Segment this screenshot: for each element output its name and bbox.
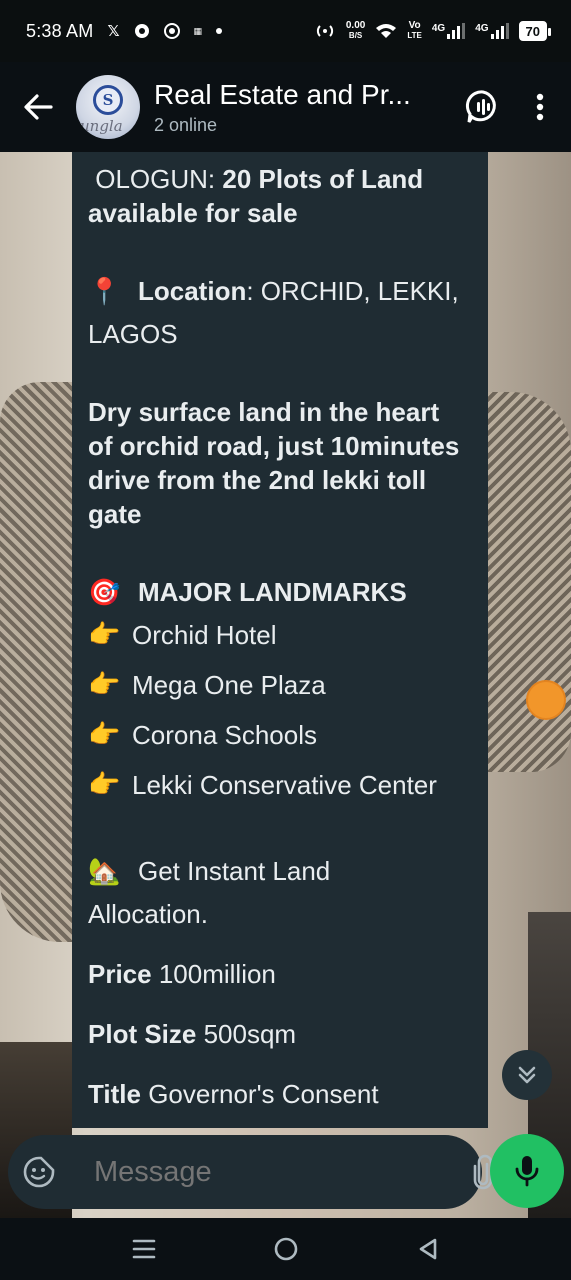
target-icon: 🎯 [88, 578, 121, 608]
chat-online-count: 2 online [154, 114, 218, 135]
avatar-text: ungla [80, 117, 123, 135]
landmark-item: 👉 Corona Schools [88, 710, 476, 760]
location-line-2: LAGOS [88, 319, 178, 349]
sim1-tech: 4G [431, 23, 446, 34]
floating-bubble[interactable] [526, 680, 566, 720]
message-intro: OLOGUN: [88, 164, 223, 194]
location-label: Location [138, 276, 247, 306]
recents-button[interactable] [73, 1218, 215, 1280]
landmark-label: Lekki Conservative Center [132, 770, 437, 800]
avatar-logo: S [93, 85, 123, 115]
pointing-hand-icon: 👉 [88, 720, 121, 750]
more-options-button[interactable] [515, 62, 565, 152]
more-vertical-icon [536, 93, 544, 121]
landmark-item: 👉 Orchid Hotel [88, 610, 476, 660]
location-value: : ORCHID, LEKKI, [246, 276, 459, 306]
volte-top: Vo [408, 20, 421, 31]
chevrons-down-icon [518, 1066, 536, 1084]
description-line: gate [88, 499, 142, 529]
price-label: Price [88, 959, 152, 989]
net-speed-unit: B/S [348, 31, 363, 40]
hotspot-icon [316, 25, 333, 37]
sim2-signal: 4G [475, 23, 509, 39]
allocation-line-2: Allocation. [88, 899, 208, 929]
message-line: OLOGUN: 20 Plots of Land [88, 162, 476, 196]
back-button[interactable] [0, 62, 76, 152]
landmark-item: 👉 Mega One Plaza [88, 660, 476, 710]
net-speed: 0.00 B/S [346, 21, 365, 41]
landmark-label: Orchid Hotel [132, 620, 277, 650]
landmarks-list: 👉 Orchid Hotel 👉 Mega One Plaza 👉 Corona Sc… [88, 610, 476, 810]
plot-size-line: Plot Size 500sqm [88, 1017, 476, 1051]
pin-icon: 📍 [88, 277, 121, 307]
browser-app-icon [163, 23, 180, 39]
x-app-icon: 𝕏 [107, 23, 120, 40]
description-line: drive from the 2nd lekki toll [88, 465, 427, 495]
triangle-back-icon [419, 1238, 436, 1260]
chat-title: Real Estate and Pr... [154, 78, 411, 110]
location-line: 📍 Location: ORCHID, LEKKI, [88, 274, 476, 309]
status-time: 5:38 AM [26, 20, 94, 41]
message-headline: 20 Plots of Land [222, 164, 424, 194]
status-bar: 5:38 AM 𝕏 ▦ 0.00 B/S Vo LTE 4G 4G 70 [0, 0, 571, 62]
pointing-hand-icon: 👉 [88, 770, 121, 800]
recents-icon [132, 1239, 155, 1259]
landmarks-heading: MAJOR LANDMARKS [138, 577, 407, 607]
group-avatar[interactable]: S ungla [76, 75, 140, 139]
sticker-button[interactable] [22, 1146, 56, 1198]
title-line: Title Governor's Consent [88, 1077, 476, 1111]
chat-area[interactable]: OLOGUN: 20 Plots of Land available for s… [0, 152, 571, 1218]
net-speed-value: 0.00 [345, 20, 366, 31]
volte-bottom: LTE [407, 31, 422, 40]
sim2-tech: 4G [475, 23, 489, 34]
description-line: Dry surface land in the heart [88, 397, 440, 427]
more-notifications-dot [216, 28, 223, 34]
system-navigation-bar [0, 1218, 571, 1280]
allocation-text: Get Instant Land [138, 856, 331, 886]
pointing-hand-icon: 👉 [88, 620, 121, 650]
pointing-hand-icon: 👉 [88, 670, 121, 700]
volte-indicator: Vo LTE [407, 21, 422, 41]
back-nav-button[interactable] [357, 1218, 499, 1280]
chat-header: S ungla Real Estate and Pr... 2 online [0, 62, 571, 152]
signal-bars-icon [490, 23, 509, 39]
scroll-to-bottom-button[interactable] [502, 1050, 552, 1100]
price-value: 100million [151, 959, 276, 989]
plot-size-value: 500sqm [196, 1019, 297, 1049]
sim1-signal: 4G [431, 23, 466, 39]
message-headline-cont: available for sale [88, 198, 298, 228]
chat-app-icon [134, 24, 149, 38]
title-label: Title [88, 1079, 141, 1109]
allocation-line: 🏡 Get Instant Land [88, 854, 476, 889]
voice-chat-icon [465, 90, 496, 123]
voice-message-button[interactable] [490, 1134, 564, 1208]
arrow-left-icon [24, 94, 53, 120]
message-bubble[interactable]: OLOGUN: 20 Plots of Land available for s… [72, 152, 488, 1128]
house-icon: 🏡 [88, 857, 121, 887]
home-icon [274, 1237, 297, 1261]
battery-indicator: 70 [518, 21, 552, 41]
message-line: available for sale [88, 196, 476, 230]
microphone-icon [515, 1156, 539, 1187]
wifi-icon [376, 24, 397, 38]
plot-size-label: Plot Size [88, 1019, 197, 1049]
landmark-item: 👉 Lekki Conservative Center [88, 760, 476, 810]
landmark-label: Corona Schools [132, 720, 317, 750]
price-line: Price 100million [88, 957, 476, 991]
message-composer [8, 1135, 528, 1209]
message-input[interactable] [88, 1155, 471, 1189]
sticker-icon [23, 1156, 55, 1188]
signal-bars-icon [447, 23, 466, 39]
landmark-label: Mega One Plaza [132, 670, 326, 700]
screen: 5:38 AM 𝕏 ▦ 0.00 B/S Vo LTE 4G 4G 70 S u… [0, 0, 571, 1280]
voice-chat-button[interactable] [451, 62, 515, 152]
home-button[interactable] [215, 1218, 357, 1280]
chat-title-block[interactable]: Real Estate and Pr... 2 online [154, 79, 451, 136]
landmarks-heading-line: 🎯 MAJOR LANDMARKS [88, 575, 476, 610]
title-value: Governor's Consent [140, 1079, 379, 1109]
description-block: Dry surface land in the heart of orchid … [88, 395, 476, 531]
temu-app-icon: ▦ [193, 25, 203, 36]
description-line: of orchid road, just 10minutes [88, 431, 460, 461]
